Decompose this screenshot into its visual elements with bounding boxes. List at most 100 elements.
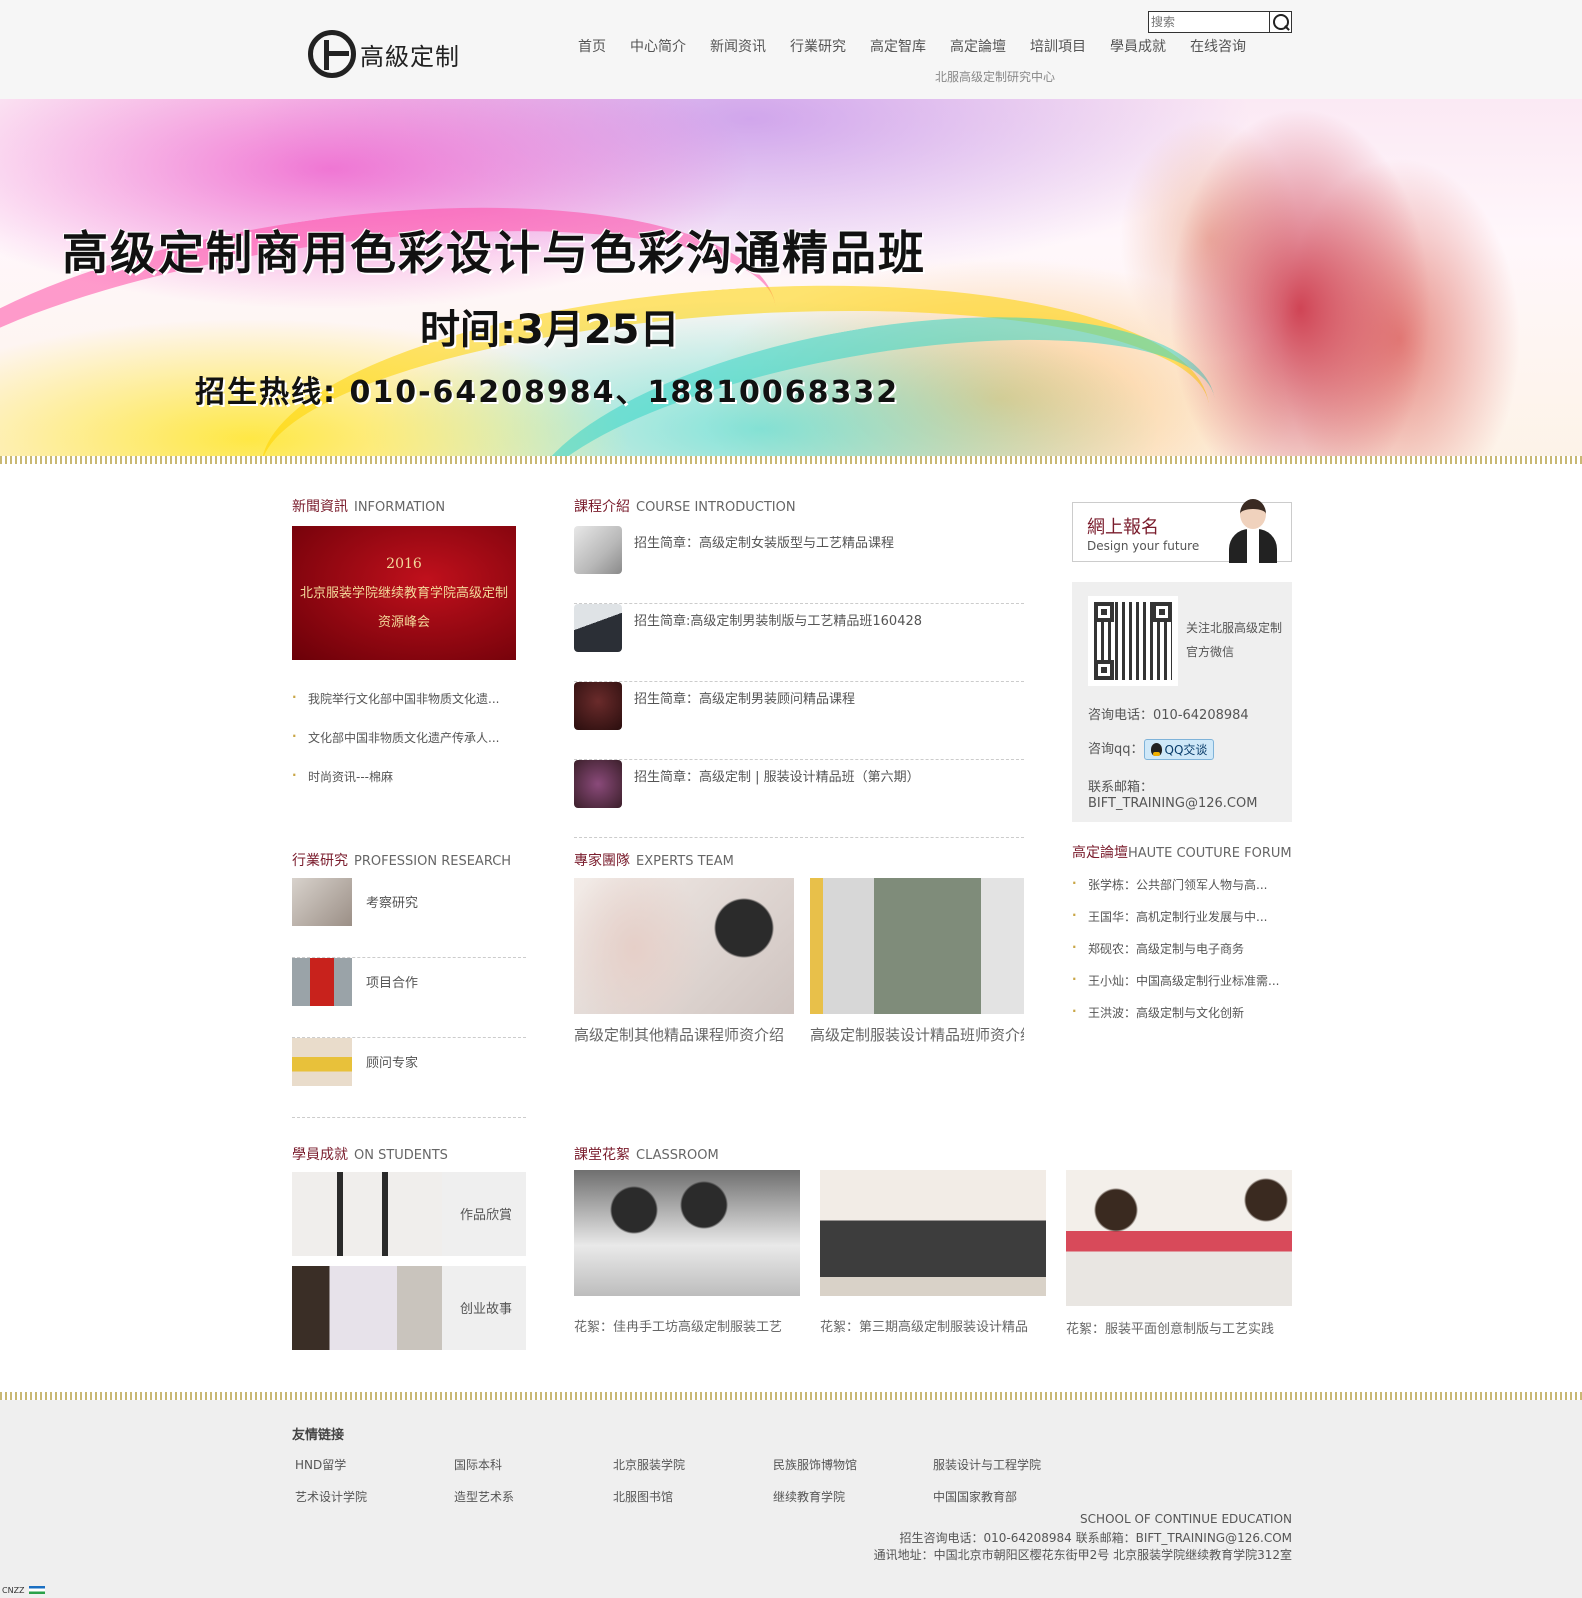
footer-divider-border xyxy=(0,1392,1582,1400)
search-box xyxy=(1148,11,1292,33)
research-item[interactable]: 考察研究 xyxy=(292,878,526,958)
research-item[interactable]: 顾问专家 xyxy=(292,1038,526,1118)
cnzz-label: CNZZ xyxy=(2,1586,25,1595)
course-item[interactable]: 招生简章：高级定制男装顾问精品课程 xyxy=(574,682,1024,760)
research-item-title: 考察研究 xyxy=(366,896,419,911)
friend-link[interactable]: 艺术设计学院 xyxy=(295,1488,367,1505)
expert-caption: 高级定制其他精品课程师资介绍 xyxy=(574,1026,785,1044)
classroom-title-en: CLASSROOM xyxy=(636,1148,719,1163)
course-item[interactable]: 招生简章:高级定制男装制版与工艺精品班160428 xyxy=(574,604,1024,682)
friend-link[interactable]: 造型艺术系 xyxy=(454,1488,514,1505)
classroom-item[interactable]: 花絮：第三期高级定制服装设计精品 xyxy=(820,1170,1046,1335)
expert-card[interactable]: 高级定制服装设计精品班师资介绍 xyxy=(810,878,1024,1045)
students-title-en: ON STUDENTS xyxy=(354,1148,448,1163)
friend-link[interactable]: 北京服装学院 xyxy=(613,1456,685,1473)
course-item[interactable]: 招生简章：高级定制 | 服装设计精品班（第六期） xyxy=(574,760,1024,838)
research-title-cn: 行業研究 xyxy=(292,853,348,869)
nav-think-tank[interactable]: 高定智库 xyxy=(870,36,926,56)
research-item-title: 顾问专家 xyxy=(366,1056,419,1071)
logo-mark-icon xyxy=(308,30,356,78)
nav-about[interactable]: 中心简介 xyxy=(630,36,686,56)
qq-chat-button[interactable]: QQ交谈 xyxy=(1143,739,1215,760)
header: 高級定制 首页 中心简介 新闻资讯 行業研究 高定智库 高定論壇 培訓項目 學員… xyxy=(0,0,1582,99)
course-thumb-image xyxy=(574,604,622,652)
course-item-title: 招生简章:高级定制男装制版与工艺精品班160428 xyxy=(634,614,923,629)
friend-link[interactable]: 继续教育学院 xyxy=(773,1488,845,1505)
news-item[interactable]: 时尚资讯---棉麻 xyxy=(292,768,532,785)
forum-item[interactable]: 郑砚农：高级定制与电子商务 xyxy=(1072,940,1294,957)
news-item[interactable]: 文化部中国非物质文化遗产传承人... xyxy=(292,729,532,746)
banner-hotline: 招生热线: 010-64208984、18810068332 xyxy=(195,375,900,410)
nav-news[interactable]: 新闻资讯 xyxy=(710,36,766,56)
contact-qq: 咨询qq： QQ交谈 xyxy=(1088,738,1215,760)
expert-card[interactable]: 高级定制其他精品课程师资介绍 xyxy=(574,878,794,1045)
classroom-title-cn: 課堂花絮 xyxy=(574,1147,630,1163)
student-image xyxy=(292,1266,442,1350)
students-section-title: 學員成就 ON STUDENTS xyxy=(292,1144,448,1164)
search-icon[interactable] xyxy=(1270,11,1292,33)
friend-link[interactable]: HND留学 xyxy=(295,1456,346,1473)
nav-forum[interactable]: 高定論壇 xyxy=(950,36,1006,56)
experts-section-title: 專家團隊 EXPERTS TEAM xyxy=(574,850,734,870)
nav-consult[interactable]: 在线咨询 xyxy=(1190,36,1246,56)
friend-link[interactable]: 北服图书馆 xyxy=(613,1488,673,1505)
customer-service-avatar xyxy=(1227,499,1277,563)
news-image-year: 2016 xyxy=(386,556,422,572)
qq-label: 咨询qq： xyxy=(1088,742,1144,757)
footer-address: 通讯地址：中国北京市朝阳区樱花东街甲2号 北京服装学院继续教育学院312室 xyxy=(873,1548,1292,1562)
expert-image xyxy=(810,878,1024,1014)
nav-home[interactable]: 首页 xyxy=(578,36,606,56)
research-item[interactable]: 项目合作 xyxy=(292,958,526,1038)
signup-subtitle: Design your future xyxy=(1087,539,1200,553)
forum-item[interactable]: 王小灿：中国高级定制行业标准需... xyxy=(1072,972,1294,989)
friend-link[interactable]: 民族服饰博物馆 xyxy=(773,1456,857,1473)
site-logo[interactable]: 高級定制 xyxy=(308,28,460,80)
research-thumb-image xyxy=(292,958,352,1006)
course-thumb-image xyxy=(574,526,622,574)
news-item[interactable]: 我院举行文化部中国非物质文化遗... xyxy=(292,690,532,707)
course-item-title: 招生简章：高级定制女装版型与工艺精品课程 xyxy=(634,536,895,551)
footer-school: SCHOOL OF CONTINUE EDUCATION xyxy=(1080,1512,1292,1526)
course-item-title: 招生简章：高级定制男装顾问精品课程 xyxy=(634,692,856,707)
friend-link[interactable]: 服装设计与工程学院 xyxy=(933,1456,1041,1473)
student-item[interactable]: 作品欣賞 xyxy=(292,1172,526,1256)
nav-students[interactable]: 學員成就 xyxy=(1110,36,1166,56)
student-item[interactable]: 创业故事 xyxy=(292,1266,526,1350)
student-item-title: 作品欣賞 xyxy=(459,1208,512,1223)
hero-banner[interactable]: 高级定制商用色彩设计与色彩沟通精品班 时间:3月25日 招生热线: 010-64… xyxy=(0,99,1582,456)
research-thumb-image xyxy=(292,878,352,926)
online-signup-banner[interactable]: 網上報名 Design your future xyxy=(1072,499,1292,563)
course-title-en: COURSE INTRODUCTION xyxy=(636,500,796,515)
forum-item[interactable]: 王国华：高机定制行业发展与中... xyxy=(1072,908,1294,925)
nav-research[interactable]: 行業研究 xyxy=(790,36,846,56)
news-feature-image[interactable]: 2016 北京服装学院继续教育学院高级定制 资源峰会 xyxy=(292,526,516,660)
classroom-item[interactable]: 花絮：佳冉手工坊高级定制服装工艺 xyxy=(574,1170,800,1335)
course-item[interactable]: 招生简章：高级定制女装版型与工艺精品课程 xyxy=(574,526,1024,604)
forum-item[interactable]: 王洪波：高级定制与文化创新 xyxy=(1072,1004,1294,1021)
news-image-line1: 北京服装学院继续教育学院高级定制 xyxy=(299,586,508,601)
forum-list: 张学栋：公共部门领军人物与高... 王国华：高机定制行业发展与中... 郑砚农：… xyxy=(1072,876,1294,1021)
banner-time: 时间:3月25日 xyxy=(420,307,680,353)
cnzz-flag-icon xyxy=(28,1586,45,1594)
classroom-image xyxy=(1066,1170,1292,1306)
classroom-caption: 花絮：第三期高级定制服装设计精品 xyxy=(820,1320,1029,1335)
friend-link[interactable]: 中国国家教育部 xyxy=(933,1488,1017,1505)
expert-caption: 高级定制服装设计精品班师资介绍 xyxy=(810,1026,1024,1044)
news-image-line2: 资源峰会 xyxy=(377,615,430,630)
cnzz-stat-badge[interactable]: CNZZ xyxy=(2,1586,45,1595)
search-input[interactable] xyxy=(1148,11,1270,33)
course-thumb-image xyxy=(574,760,622,808)
footer-contact: 招生咨询电话：010-64208984 联系邮箱：BIFT_TRAINING@1… xyxy=(899,1531,1292,1545)
contact-panel: 关注北服高级定制官方微信 咨询电话：010-64208984 咨询qq： QQ交谈… xyxy=(1072,582,1292,822)
wechat-follow-text: 关注北服高级定制官方微信 xyxy=(1186,621,1283,659)
research-section-title: 行業研究 PROFESSION RESEARCH xyxy=(292,850,511,870)
course-thumb-image xyxy=(574,682,622,730)
forum-item[interactable]: 张学栋：公共部门领军人物与高... xyxy=(1072,876,1294,893)
footer: 友情链接 HND留学 国际本科 北京服装学院 民族服饰博物馆 服装设计与工程学院… xyxy=(0,1400,1582,1598)
classroom-item[interactable]: 花絮：服装平面创意制版与工艺实践 xyxy=(1066,1170,1292,1337)
nav-training[interactable]: 培訓項目 xyxy=(1030,36,1086,56)
contact-email[interactable]: BIFT_TRAINING@126.COM xyxy=(1088,796,1257,811)
classroom-section-title: 課堂花絮 CLASSROOM xyxy=(574,1144,719,1164)
friend-link[interactable]: 国际本科 xyxy=(454,1456,502,1473)
classroom-caption: 花絮：佳冉手工坊高级定制服装工艺 xyxy=(574,1320,783,1335)
